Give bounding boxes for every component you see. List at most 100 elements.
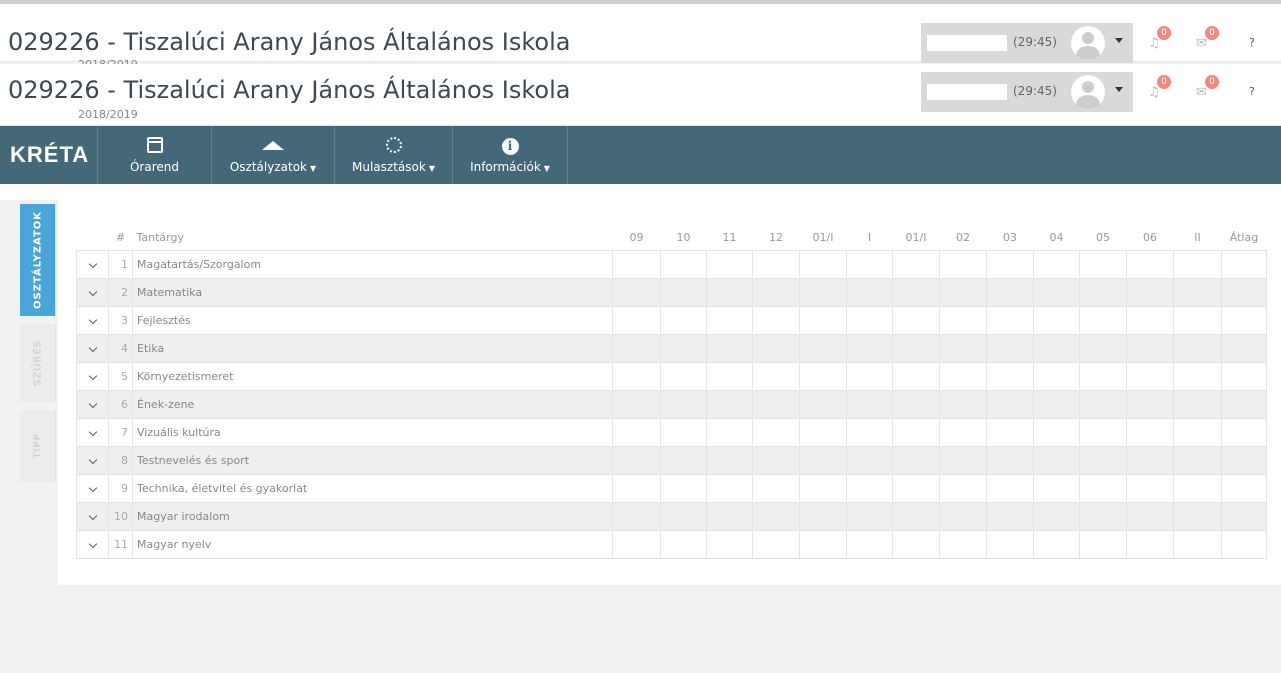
nav-osztalyzatok[interactable]: Osztályzatok ▼ bbox=[212, 126, 335, 184]
grade-cell bbox=[986, 277, 1034, 307]
grade-cell bbox=[939, 361, 987, 391]
messages-ghost[interactable]: ✉ 0 bbox=[1196, 26, 1220, 52]
subject-name: Technika, életvitel és gyakorlat bbox=[132, 473, 613, 503]
expand-row-button[interactable] bbox=[76, 501, 109, 531]
grade-cell bbox=[752, 473, 800, 503]
expand-row-button[interactable] bbox=[76, 389, 109, 419]
nav-mulasztasok[interactable]: Mulasztások ▼ bbox=[335, 126, 453, 184]
subject-name: Környezetismeret bbox=[132, 361, 613, 391]
row-number: 4 bbox=[108, 333, 133, 363]
user-dropdown-caret-ghost[interactable] bbox=[1115, 38, 1123, 43]
grade-cell bbox=[660, 277, 707, 307]
grade-cell bbox=[1126, 501, 1174, 531]
grade-cell bbox=[1079, 249, 1127, 279]
grade-cell bbox=[939, 445, 987, 475]
nav-informaciok[interactable]: i Információk ▼ bbox=[453, 126, 568, 184]
side-tab-osztalyzatok[interactable]: OSZTÁLYZATOK bbox=[20, 204, 56, 316]
table-row[interactable]: 5 Környezetismeret bbox=[76, 361, 1267, 391]
grade-cell bbox=[939, 249, 987, 279]
table-row[interactable]: 3 Fejlesztés bbox=[76, 305, 1267, 335]
grade-cell bbox=[706, 249, 753, 279]
subject-name: Magyar irodalom bbox=[132, 501, 613, 531]
subject-name: Testnevelés és sport bbox=[132, 445, 613, 475]
user-dropdown-caret[interactable] bbox=[1115, 87, 1123, 92]
table-row[interactable]: 11 Magyar nyelv bbox=[76, 529, 1267, 559]
nav-orarend[interactable]: Órarend bbox=[98, 126, 212, 184]
avatar[interactable] bbox=[1071, 75, 1105, 109]
grade-cell bbox=[939, 529, 987, 559]
grade-cell bbox=[846, 529, 893, 559]
table-row[interactable]: 2 Matematika bbox=[76, 277, 1267, 307]
grade-cell bbox=[660, 249, 707, 279]
expand-row-button[interactable] bbox=[76, 473, 109, 503]
message-badge-ghost: 0 bbox=[1205, 26, 1219, 40]
avatar-ghost[interactable] bbox=[1071, 26, 1105, 60]
caret-down-icon: ▼ bbox=[428, 164, 435, 173]
expand-row-button[interactable] bbox=[76, 305, 109, 335]
table-row[interactable]: 7 Vizuális kultúra bbox=[76, 417, 1267, 447]
grade-cell bbox=[1033, 305, 1080, 335]
table-row[interactable]: 1 Magatartás/Szorgalom bbox=[76, 249, 1267, 279]
num-column-header: # bbox=[115, 230, 126, 244]
subject-name: Etika bbox=[132, 333, 613, 363]
notifications-bell-ghost[interactable]: ♫ 0 bbox=[1148, 26, 1172, 52]
grade-cell bbox=[986, 333, 1034, 363]
expand-row-button[interactable] bbox=[76, 445, 109, 475]
notifications-button[interactable]: ♫ 0 bbox=[1148, 75, 1172, 101]
average-cell bbox=[1221, 501, 1267, 531]
grade-cell bbox=[752, 417, 800, 447]
table-row[interactable]: 8 Testnevelés és sport bbox=[76, 445, 1267, 475]
grade-cell bbox=[612, 249, 661, 279]
expand-row-button[interactable] bbox=[76, 417, 109, 447]
expand-row-button[interactable] bbox=[76, 333, 109, 363]
side-tab-tipp[interactable]: TIPP bbox=[20, 410, 56, 482]
expand-row-button[interactable] bbox=[76, 277, 109, 307]
table-row[interactable]: 9 Technika, életvitel és gyakorlat bbox=[76, 473, 1267, 503]
expand-row-button[interactable] bbox=[76, 529, 109, 559]
month-column-header: 05 bbox=[1096, 230, 1110, 244]
month-column-header: 04 bbox=[1049, 230, 1064, 244]
average-cell bbox=[1221, 473, 1267, 503]
grade-cell bbox=[660, 473, 707, 503]
grade-cell bbox=[612, 333, 661, 363]
month-column-header: 10 bbox=[676, 230, 691, 244]
expand-row-button[interactable] bbox=[76, 249, 109, 279]
user-box-ghost[interactable]: (29:45) bbox=[921, 23, 1133, 63]
nav-mulasztasok-label: Mulasztások bbox=[352, 160, 426, 174]
notification-badge: 0 bbox=[1157, 75, 1171, 89]
user-box[interactable]: (29:45) bbox=[921, 72, 1133, 112]
grade-cell bbox=[706, 277, 753, 307]
bell-icon: ♫ bbox=[1148, 85, 1160, 100]
grade-cell bbox=[752, 361, 800, 391]
month-column-header: 03 bbox=[1003, 230, 1017, 244]
grade-cell bbox=[1079, 501, 1127, 531]
month-column-header: 06 bbox=[1143, 230, 1157, 244]
kreta-logo[interactable]: KRÉTA bbox=[0, 126, 98, 184]
messages-button[interactable]: ✉ 0 bbox=[1196, 75, 1220, 101]
help-button[interactable]: ? bbox=[1249, 85, 1255, 98]
subject-name: Ének-zene bbox=[132, 389, 613, 419]
expand-row-button[interactable] bbox=[76, 361, 109, 391]
grade-cell bbox=[986, 501, 1034, 531]
table-row[interactable]: 10 Magyar irodalom bbox=[76, 501, 1267, 531]
average-cell bbox=[1221, 333, 1267, 363]
table-row[interactable]: 4 Etika bbox=[76, 333, 1267, 363]
side-tab-szures[interactable]: SZŰRÉS bbox=[20, 324, 56, 402]
grade-cell bbox=[986, 473, 1034, 503]
average-cell bbox=[1221, 305, 1267, 335]
grade-cell bbox=[1126, 361, 1174, 391]
row-number: 3 bbox=[108, 305, 133, 335]
table-row[interactable]: 6 Ének-zene bbox=[76, 389, 1267, 419]
help-button-ghost[interactable]: ? bbox=[1249, 36, 1255, 49]
main-navbar: KRÉTA Órarend Osztályzatok ▼ Mulasztások ▼… bbox=[0, 126, 1281, 184]
grade-cell bbox=[706, 389, 753, 419]
chevron-down-icon bbox=[88, 371, 97, 380]
grade-cell bbox=[706, 529, 753, 559]
grade-cell bbox=[846, 445, 893, 475]
spinner-icon bbox=[385, 137, 402, 153]
grade-cell bbox=[1079, 361, 1127, 391]
grade-cell bbox=[892, 277, 940, 307]
grade-cell bbox=[1033, 249, 1080, 279]
grade-cell bbox=[1126, 445, 1174, 475]
grade-cell bbox=[612, 277, 661, 307]
